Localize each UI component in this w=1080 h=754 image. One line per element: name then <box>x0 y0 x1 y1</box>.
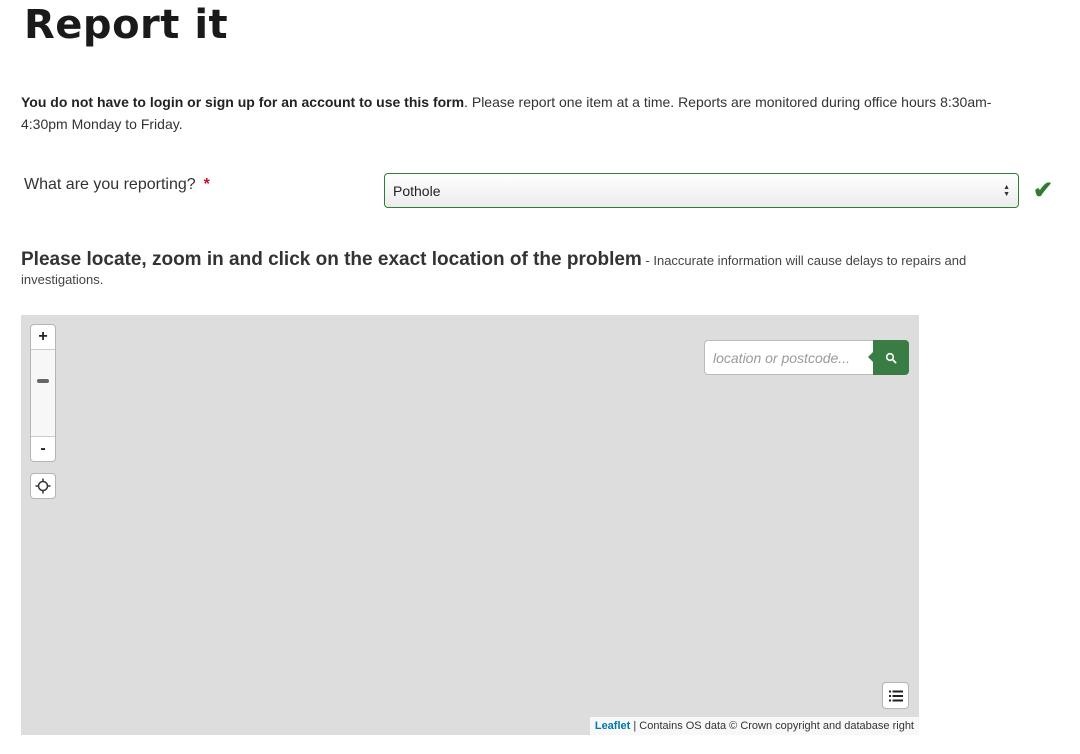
zoom-slider-handle[interactable] <box>37 379 49 383</box>
search-icon <box>885 352 897 364</box>
intro-text: You do not have to login or sign up for … <box>21 91 1011 135</box>
map-attribution: Leaflet | Contains OS data © Crown copyr… <box>589 717 919 735</box>
location-search-input[interactable] <box>704 340 874 375</box>
locate-button[interactable] <box>30 473 56 499</box>
required-marker: * <box>203 176 210 193</box>
zoom-slider-track[interactable] <box>31 350 55 436</box>
check-icon: ✔ <box>1033 177 1054 204</box>
layers-button[interactable] <box>882 682 909 709</box>
page-title: Report it <box>24 2 229 48</box>
reporting-label-text: What are you reporting? <box>24 176 196 193</box>
intro-bold-text: You do not have to login or sign up for … <box>21 94 465 110</box>
map-canvas[interactable]: + - Leaflet | Contains OS da <box>21 315 919 735</box>
location-search-button[interactable] <box>868 340 909 375</box>
location-heading-text: Please locate, zoom in and click on the … <box>21 249 642 270</box>
crosshair-icon <box>35 478 51 494</box>
attribution-text: | Contains OS data © Crown copyright and… <box>630 720 914 732</box>
layers-icon <box>888 690 903 701</box>
reporting-select-value: Pothole <box>393 182 441 199</box>
reporting-field-label: What are you reporting? * <box>24 176 210 194</box>
zoom-control: + - <box>30 324 56 462</box>
select-arrows-icon: ▲ ▼ <box>1003 183 1010 198</box>
zoom-out-button[interactable]: - <box>31 436 55 461</box>
zoom-in-button[interactable]: + <box>31 325 55 350</box>
reporting-select[interactable]: Pothole ▲ ▼ <box>384 173 1019 208</box>
leaflet-link[interactable]: Leaflet <box>595 720 630 732</box>
location-section-heading: Please locate, zoom in and click on the … <box>21 249 1011 289</box>
